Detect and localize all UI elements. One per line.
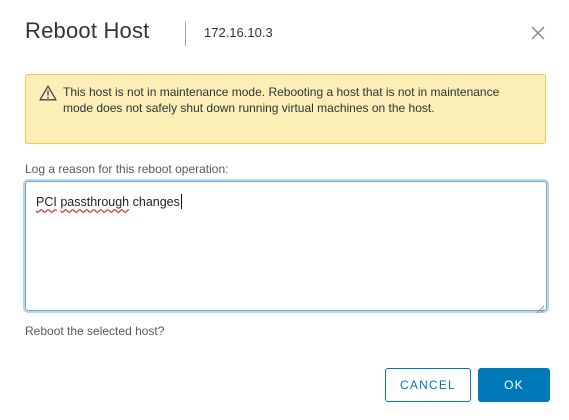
host-ip: 172.16.10.3 <box>204 25 273 40</box>
warning-message: This host is not in maintenance mode. Re… <box>63 85 500 115</box>
warning-icon <box>39 85 57 101</box>
text-caret <box>180 194 182 209</box>
ok-button[interactable]: OK <box>478 368 550 402</box>
dialog-title: Reboot Host <box>25 18 150 43</box>
dialog-header: Reboot Host 172.16.10.3 <box>25 14 551 54</box>
cancel-button[interactable]: CANCEL <box>385 368 471 402</box>
reason-text: PCI passthrough changes <box>36 194 182 209</box>
reason-label: Log a reason for this reboot operation: <box>25 162 229 176</box>
close-icon[interactable] <box>529 24 547 42</box>
reason-word-passthrough: passthrough <box>60 195 130 209</box>
reason-textarea[interactable]: PCI passthrough changes <box>25 181 547 314</box>
confirm-question: Reboot the selected host? <box>25 324 165 338</box>
reboot-host-dialog: Reboot Host 172.16.10.3 This host is not… <box>0 0 569 420</box>
reason-word-changes: changes <box>129 195 180 209</box>
resize-grip-icon[interactable] <box>536 300 545 314</box>
title-divider <box>185 22 186 46</box>
maintenance-warning-alert: This host is not in maintenance mode. Re… <box>25 74 546 144</box>
reason-word-pci: PCI <box>36 195 57 209</box>
